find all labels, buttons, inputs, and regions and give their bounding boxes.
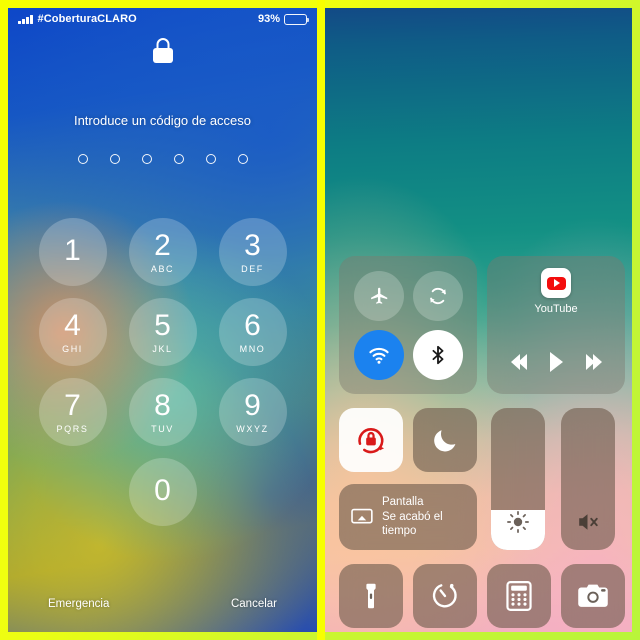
- emergency-button[interactable]: Emergencia: [48, 598, 109, 610]
- keypad-key-0[interactable]: 0: [128, 458, 197, 526]
- wifi-icon: [368, 347, 389, 364]
- media-app-label: YouTube: [534, 303, 578, 315]
- keypad-digit: 4: [64, 308, 81, 342]
- passcode-dots: [8, 154, 317, 164]
- lock-screen-footer: Emergencia Cancelar: [8, 598, 317, 610]
- keypad-key-3[interactable]: 3 DEF: [218, 218, 287, 286]
- keypad-digit: 1: [64, 233, 81, 267]
- shortcut-app-row: [339, 564, 625, 628]
- screen-mirroring-title: Pantalla: [381, 496, 424, 509]
- keypad-letters: TUV: [151, 423, 174, 434]
- cellular-data-button[interactable]: [412, 270, 463, 321]
- keypad-key-5[interactable]: 5 JKL: [128, 298, 197, 366]
- cancel-button[interactable]: Cancelar: [231, 598, 277, 610]
- keypad-key-4[interactable]: 4 GHI: [38, 298, 107, 366]
- status-bar-right: 93%: [257, 13, 309, 25]
- signal-bars-icon: [18, 14, 33, 24]
- passcode-dot: [109, 154, 120, 164]
- keypad-key-8[interactable]: 8 TUV: [128, 378, 197, 446]
- brightness-slider[interactable]: [491, 408, 545, 550]
- keypad-key-6[interactable]: 6 MNO: [218, 298, 287, 366]
- keypad-letters: WXYZ: [236, 423, 269, 434]
- status-bar: #CoberturaCLARO 93%: [8, 8, 317, 30]
- keypad-key-7[interactable]: 7 PQRS: [38, 378, 107, 446]
- airplane-mode-button[interactable]: [353, 270, 404, 321]
- rotation-lock-button[interactable]: [339, 408, 403, 472]
- cellular-data-icon: [429, 287, 446, 304]
- keypad-digit: 2: [154, 228, 171, 262]
- carrier-label: #CoberturaCLARO: [37, 13, 137, 25]
- youtube-icon[interactable]: [541, 268, 571, 298]
- volume-icon-wrap: [561, 510, 615, 534]
- lock-closed-icon: [152, 38, 173, 63]
- moon-icon: [434, 430, 456, 452]
- camera-button[interactable]: [561, 564, 625, 628]
- keypad-digit: 0: [154, 473, 171, 507]
- keypad-digit: 9: [244, 388, 261, 422]
- screen-mirroring-button[interactable]: Pantalla Se acabó el tiempo: [339, 484, 477, 550]
- bluetooth-icon: [432, 345, 443, 364]
- screen-mirroring-text: Pantalla Se acabó el tiempo: [382, 495, 465, 538]
- timer-button[interactable]: [413, 564, 477, 628]
- keypad-spacer-right: [218, 458, 287, 526]
- keypad-key-2[interactable]: 2 ABC: [128, 218, 197, 286]
- keypad-letters: GHI: [62, 343, 83, 354]
- bluetooth-button[interactable]: [412, 329, 463, 380]
- airplay-screen-icon: [351, 508, 373, 524]
- wifi-button[interactable]: [353, 329, 404, 380]
- flashlight-icon: [366, 583, 376, 609]
- lock-screen-panel: #CoberturaCLARO 93% Introduce un código …: [8, 8, 317, 632]
- keypad-letters: JKL: [152, 343, 173, 354]
- keypad-key-9[interactable]: 9 WXYZ: [218, 378, 287, 446]
- keypad-digit: 3: [244, 228, 261, 262]
- screen-mirroring-subtitle: Se acabó el tiempo: [381, 510, 443, 538]
- volume-mute-icon: [579, 514, 598, 530]
- passcode-dot: [205, 154, 216, 164]
- brightness-icon-wrap: [491, 510, 545, 534]
- camera-icon: [578, 584, 608, 607]
- volume-slider[interactable]: [561, 408, 615, 550]
- keypad-spacer-left: [38, 458, 107, 526]
- keypad-digit: 6: [244, 308, 261, 342]
- calculator-button[interactable]: [487, 564, 551, 628]
- keypad-letters: DEF: [241, 263, 264, 274]
- connectivity-group: [339, 256, 477, 394]
- airplane-icon: [370, 287, 387, 304]
- rewind-button[interactable]: [510, 354, 527, 370]
- play-button[interactable]: [549, 352, 563, 372]
- brightness-icon: [507, 511, 529, 533]
- fast-forward-button[interactable]: [585, 354, 602, 370]
- passcode-keypad: 1 2 ABC 3 DEF 4 GHI 5 JKL 6 MNO 7 PQRS 8…: [8, 218, 317, 526]
- control-center-panel: YouTube Pantalla Se acabó el tiempo: [325, 8, 632, 632]
- keypad-letters: MNO: [239, 343, 266, 354]
- passcode-prompt: Introduce un código de acceso: [73, 113, 252, 128]
- media-transport-controls: [487, 352, 625, 372]
- passcode-dot: [237, 154, 248, 164]
- keypad-digit: 7: [64, 388, 81, 422]
- passcode-dot: [173, 154, 184, 164]
- keypad-key-1[interactable]: 1: [38, 218, 107, 286]
- panel-divider: [317, 0, 325, 640]
- status-bar-left: #CoberturaCLARO: [18, 13, 137, 25]
- do-not-disturb-button[interactable]: [413, 408, 477, 472]
- keypad-letters: PQRS: [56, 423, 89, 434]
- media-playback-group: YouTube: [487, 256, 625, 394]
- rotation-lock-icon: [358, 428, 385, 454]
- timer-icon: [432, 583, 457, 608]
- keypad-digit: 8: [154, 388, 171, 422]
- battery-icon: [284, 13, 309, 25]
- flashlight-button[interactable]: [339, 564, 403, 628]
- battery-percent-label: 93%: [257, 13, 280, 25]
- screenshot-frame: #CoberturaCLARO 93% Introduce un código …: [0, 0, 640, 640]
- keypad-digit: 5: [154, 308, 171, 342]
- keypad-letters: ABC: [150, 263, 175, 274]
- passcode-dot: [77, 154, 88, 164]
- calculator-icon: [506, 581, 532, 611]
- passcode-dot: [141, 154, 152, 164]
